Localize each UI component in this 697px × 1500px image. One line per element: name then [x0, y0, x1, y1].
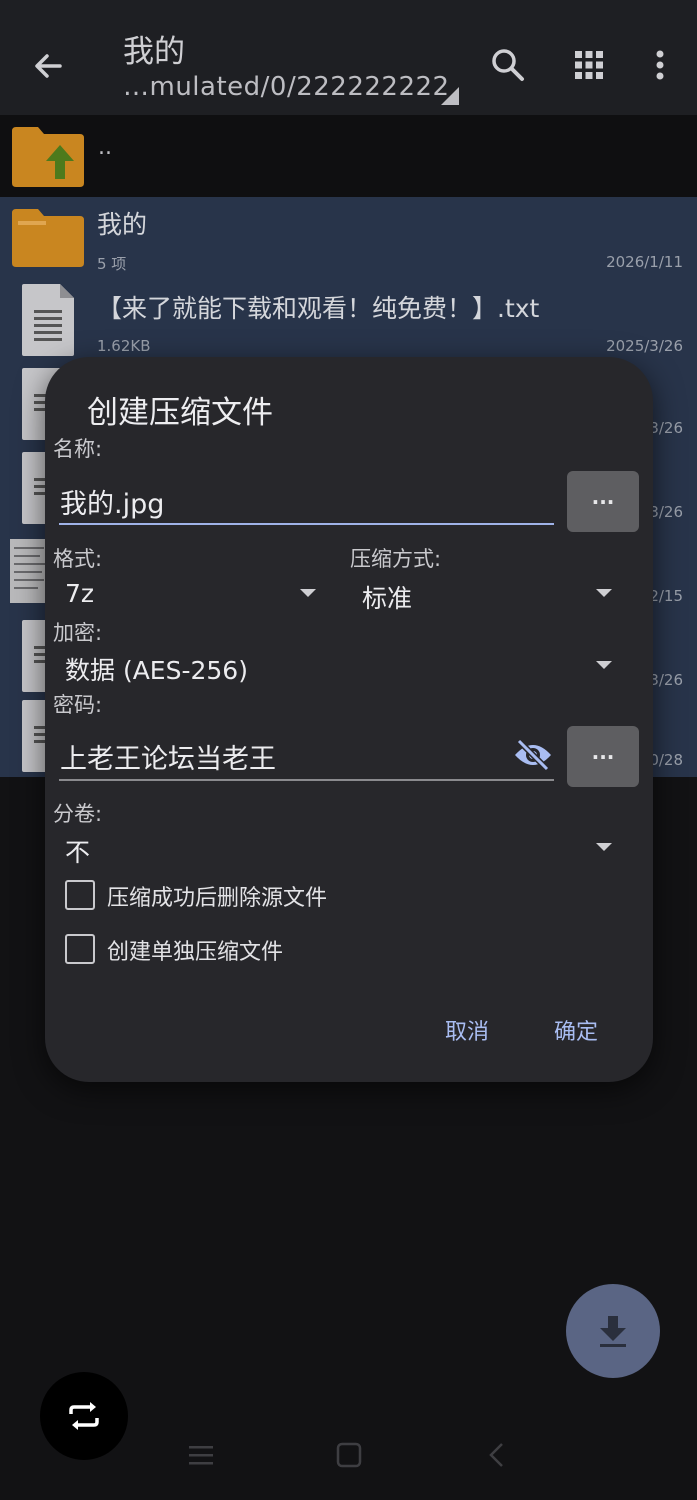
- file-name: 【来了就能下载和观看！纯免费！】.txt: [97, 294, 540, 323]
- extract-fab[interactable]: [566, 1284, 660, 1378]
- create-archive-dialog: 创建压缩文件 名称: 我的.jpg ... 格式: 压缩方式: 7z 标准 加密…: [45, 357, 653, 1082]
- name-input-underline: [59, 523, 554, 525]
- page-title: 我的: [123, 34, 185, 70]
- format-label: 格式:: [53, 547, 103, 571]
- app-bar: 我的 …mulated/0/222222222: [0, 0, 697, 115]
- search-button[interactable]: [488, 45, 528, 85]
- separate-archive-checkbox[interactable]: [65, 934, 95, 964]
- dialog-title: 创建压缩文件: [87, 395, 273, 431]
- more-vert-icon: [656, 50, 664, 80]
- home-icon[interactable]: [336, 1442, 362, 1468]
- password-more-button[interactable]: ...: [567, 726, 639, 787]
- name-input[interactable]: 我的.jpg: [60, 482, 164, 521]
- file-date: 3/26: [649, 503, 683, 521]
- back-button[interactable]: [28, 46, 68, 86]
- list-item[interactable]: 【来了就能下载和观看！纯免费！】.txt 1.62KB 2025/3/26: [0, 281, 697, 365]
- text-file-icon: [22, 284, 74, 356]
- list-item[interactable]: 我的 5 项 2026/1/11: [0, 197, 697, 281]
- parent-directory-label: ..: [98, 135, 112, 160]
- file-date: 0/28: [649, 751, 683, 769]
- delete-source-checkbox[interactable]: [65, 880, 95, 910]
- method-dropdown-arrow[interactable]: [596, 589, 612, 597]
- file-date: 3/26: [649, 419, 683, 437]
- folder-up-icon: [12, 127, 84, 187]
- file-date: 2/15: [649, 587, 683, 605]
- split-volume-label: 分卷:: [53, 802, 103, 826]
- format-dropdown-arrow[interactable]: [300, 589, 316, 597]
- name-label: 名称:: [53, 437, 103, 461]
- delete-source-label: 压缩成功后删除源文件: [107, 886, 328, 911]
- password-input-underline: [59, 779, 554, 781]
- back-nav-icon[interactable]: [484, 1442, 510, 1468]
- more-menu-button[interactable]: [640, 45, 680, 85]
- password-input[interactable]: 上老王论坛当老王: [60, 737, 276, 776]
- arrow-left-icon: [35, 54, 62, 78]
- file-name: 我的: [97, 210, 148, 239]
- file-meta: 5 项: [97, 255, 127, 273]
- visibility-off-icon[interactable]: [513, 737, 553, 773]
- search-icon: [492, 49, 524, 81]
- system-nav-bar: [0, 1420, 697, 1500]
- image-thumbnail-icon: [10, 539, 50, 603]
- parent-directory-row[interactable]: ..: [0, 115, 697, 197]
- encryption-dropdown-arrow[interactable]: [596, 661, 612, 669]
- encryption-select[interactable]: 数据 (AES-256): [65, 651, 248, 687]
- grid-view-button[interactable]: [569, 45, 609, 85]
- recents-icon[interactable]: [188, 1442, 214, 1468]
- encryption-label: 加密:: [53, 621, 103, 645]
- file-meta: 1.62KB: [97, 337, 151, 355]
- split-volume-select[interactable]: 不: [65, 833, 90, 869]
- ok-button[interactable]: 确定: [554, 1014, 598, 1046]
- separate-archive-label: 创建单独压缩文件: [107, 940, 284, 965]
- compression-method-label: 压缩方式:: [350, 547, 442, 571]
- split-dropdown-arrow[interactable]: [596, 843, 612, 851]
- cancel-button[interactable]: 取消: [445, 1014, 489, 1046]
- folder-icon: [12, 209, 84, 267]
- compression-method-select[interactable]: 标准: [362, 579, 412, 615]
- grid-view-icon: [575, 51, 603, 79]
- browse-button[interactable]: ...: [567, 471, 639, 532]
- file-date: 2026/1/11: [606, 253, 683, 271]
- password-label: 密码:: [53, 693, 103, 717]
- path-breadcrumb[interactable]: …mulated/0/222222222: [123, 72, 450, 102]
- file-date: 2025/3/26: [606, 337, 683, 355]
- file-date: 3/26: [649, 671, 683, 689]
- format-select[interactable]: 7z: [65, 579, 94, 608]
- download-icon: [600, 1316, 626, 1347]
- path-dropdown-indicator[interactable]: [441, 87, 459, 105]
